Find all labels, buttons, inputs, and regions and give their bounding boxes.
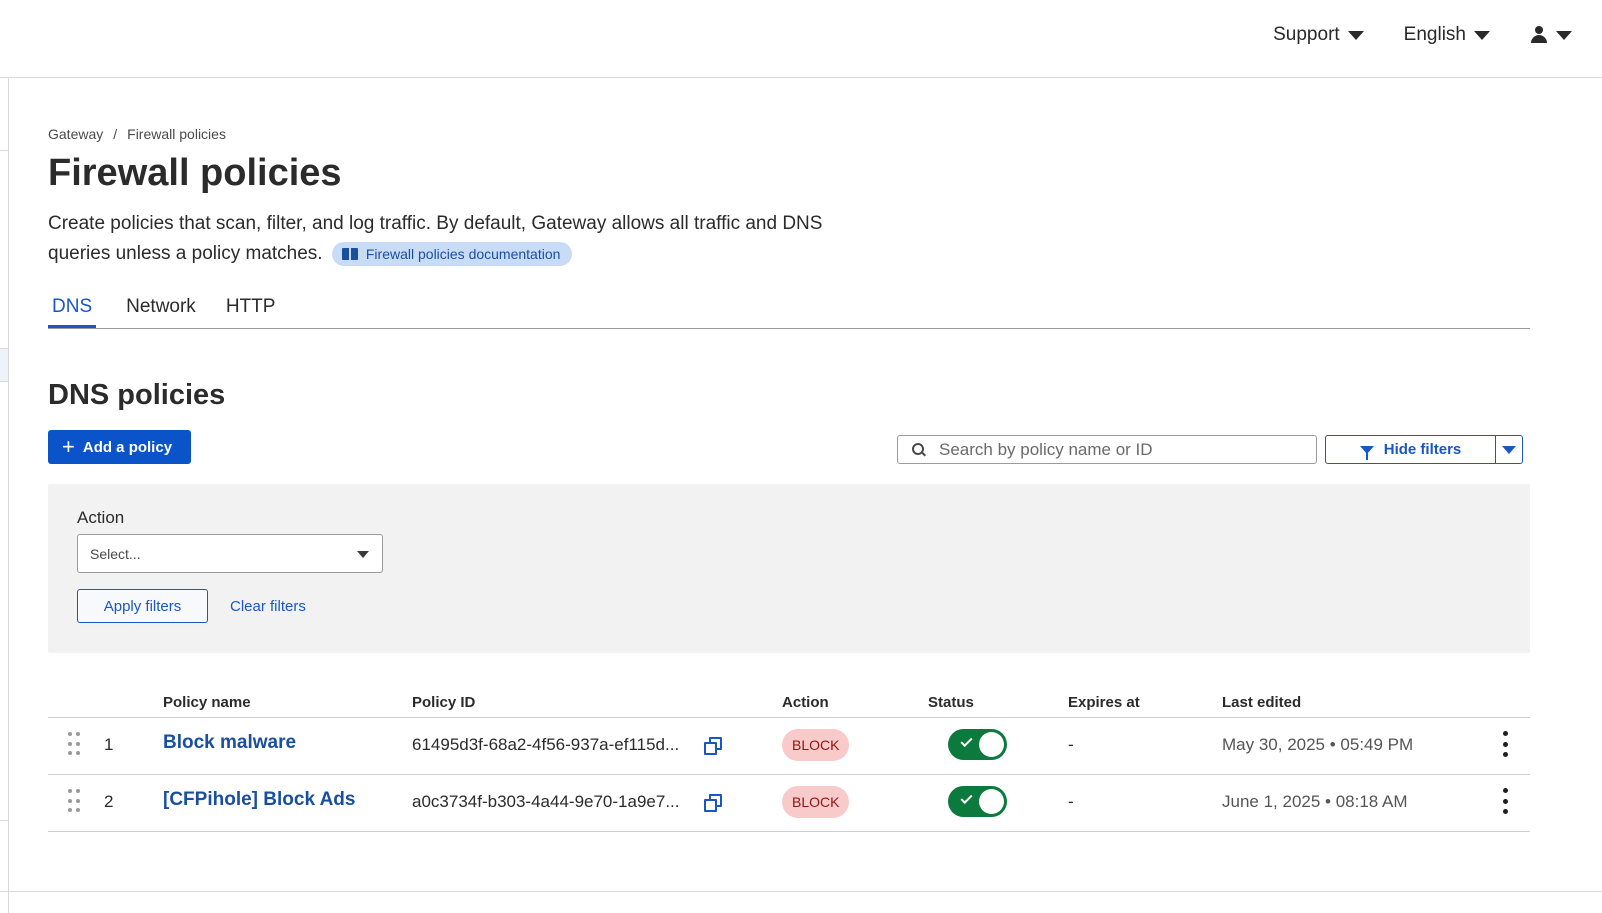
language-menu[interactable]: English [1404, 24, 1490, 46]
filter-icon [1359, 445, 1374, 460]
clear-filters-link[interactable]: Clear filters [230, 598, 306, 615]
language-label: English [1403, 24, 1466, 45]
chevron-down-icon [1347, 30, 1364, 40]
check-icon [960, 791, 973, 805]
user-icon [1530, 26, 1548, 44]
copy-icon[interactable] [704, 737, 722, 755]
column-policy-name[interactable]: Policy name [163, 694, 251, 711]
status-toggle[interactable] [948, 786, 1007, 817]
policy-id: a0c3734f-b303-4a44-9e70-1a9e7... [412, 792, 680, 811]
apply-filters-button[interactable]: Apply filters [77, 589, 208, 623]
tab-http[interactable]: HTTP [226, 292, 276, 328]
row-index: 2 [104, 792, 114, 811]
chevron-down-icon [357, 551, 369, 558]
documentation-link[interactable]: Firewall policies documentation [331, 241, 573, 266]
filter-options-dropdown[interactable] [1495, 436, 1522, 463]
column-action[interactable]: Action [782, 694, 829, 711]
tab-network[interactable]: Network [126, 292, 196, 328]
sidebar-edge [0, 78, 9, 913]
search-box [897, 435, 1317, 464]
last-edited: June 1, 2025 • 08:18 AM [1222, 792, 1408, 811]
action-select[interactable]: Select... [77, 534, 383, 573]
action-badge: BLOCK [782, 786, 850, 818]
support-label: Support [1273, 24, 1340, 45]
column-last-edited[interactable]: Last edited [1222, 694, 1301, 711]
add-policy-label: Add a policy [82, 438, 173, 456]
hide-filters-label: Hide filters [1383, 441, 1462, 458]
breadcrumb-separator: / [113, 126, 118, 142]
search-input[interactable] [937, 438, 1297, 461]
table-header: Policy name Policy ID Action Status Expi… [48, 684, 1530, 718]
action-filter-label: Action [77, 508, 125, 527]
search-icon [912, 443, 925, 456]
check-icon [960, 734, 973, 748]
chevron-down-icon [1556, 30, 1572, 40]
column-policy-id: Policy ID [412, 694, 476, 711]
tab-dns[interactable]: DNS [48, 292, 97, 328]
breadcrumb: Gateway / Firewall policies [48, 126, 226, 142]
expires-at: - [1068, 735, 1074, 754]
policy-name-link[interactable]: Block malware [163, 732, 296, 754]
plus-icon: + [62, 434, 75, 459]
drag-handle-icon[interactable] [68, 789, 80, 815]
support-menu[interactable]: Support [1273, 24, 1364, 46]
book-icon [341, 247, 358, 260]
expires-at: - [1068, 792, 1074, 811]
column-status[interactable]: Status [928, 694, 974, 711]
hide-filters-button[interactable]: Hide filters [1326, 436, 1495, 463]
status-toggle[interactable] [948, 729, 1007, 760]
breadcrumb-gateway[interactable]: Gateway [48, 126, 103, 142]
add-policy-button[interactable]: + Add a policy [48, 430, 191, 464]
chevron-down-icon [1502, 445, 1516, 454]
more-options-icon[interactable] [1497, 788, 1513, 814]
documentation-link-label: Firewall policies documentation [365, 245, 561, 262]
top-bar: Support English [0, 0, 1602, 78]
filter-toggle: Hide filters [1325, 435, 1523, 464]
column-expires-at[interactable]: Expires at [1068, 694, 1140, 711]
top-nav: Support English [1273, 24, 1572, 46]
row-index: 1 [104, 735, 114, 754]
drag-handle-icon[interactable] [68, 732, 80, 758]
more-options-icon[interactable] [1497, 731, 1513, 757]
breadcrumb-firewall-policies[interactable]: Firewall policies [127, 126, 226, 142]
copy-icon[interactable] [704, 794, 722, 812]
filter-panel: Action Select... Apply filters Clear fil… [48, 484, 1530, 653]
divider [0, 891, 1602, 892]
policy-name-link[interactable]: [CFPihole] Block Ads [163, 789, 355, 811]
policy-id: 61495d3f-68a2-4f56-937a-ef115d... [412, 735, 680, 754]
section-title: DNS policies [48, 379, 226, 411]
user-menu[interactable] [1530, 26, 1572, 44]
page-title: Firewall policies [48, 152, 342, 194]
action-badge: BLOCK [782, 729, 850, 761]
policy-tabs: DNS Network HTTP [48, 292, 1530, 329]
chevron-down-icon [1474, 30, 1490, 40]
action-select-value: Select... [90, 545, 141, 562]
table-row: 1 Block malware 61495d3f-68a2-4f56-937a-… [48, 718, 1530, 775]
policies-table: Policy name Policy ID Action Status Expi… [48, 684, 1530, 832]
table-row: 2 [CFPihole] Block Ads a0c3734f-b303-4a4… [48, 775, 1530, 832]
last-edited: May 30, 2025 • 05:49 PM [1222, 735, 1414, 754]
page-description: Create policies that scan, filter, and l… [48, 209, 868, 269]
